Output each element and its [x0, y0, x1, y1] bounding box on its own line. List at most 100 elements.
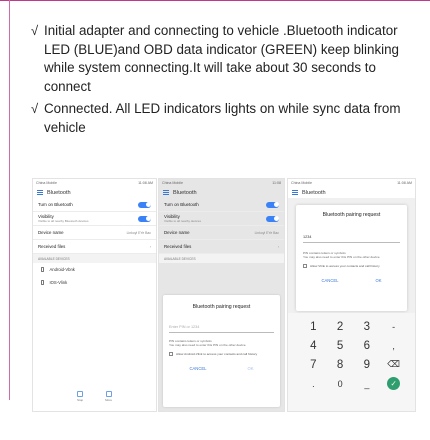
menu-icon[interactable]	[163, 190, 169, 195]
ok-button[interactable]: OK	[375, 278, 381, 283]
contacts-permission-checkbox[interactable]: Allow Vlink to access your contacts and …	[303, 263, 400, 269]
page-title: Bluetooth	[47, 189, 71, 196]
contacts-permission-checkbox[interactable]: Allow Android-Vlink to access your conta…	[169, 351, 274, 357]
carrier-label: China Mobile	[162, 181, 183, 185]
step-item: √ Connected. All LED indicators lights o…	[31, 100, 411, 137]
keypad-key[interactable]: 9	[364, 359, 370, 371]
app-bar: Bluetooth	[33, 187, 156, 198]
row-sub: Visible to all nearby Bluetooth devices	[38, 219, 89, 223]
checkbox-label: Allow Vlink to access your contacts and …	[310, 263, 380, 268]
backspace-key[interactable]: ⌫	[387, 359, 400, 370]
keypad-key[interactable]: 5	[337, 340, 343, 352]
phone-icon	[41, 280, 44, 285]
row-label: Device name	[164, 230, 190, 235]
keypad-key[interactable]: 2	[337, 321, 343, 333]
bottom-actions: Stop More	[33, 391, 156, 402]
section-header: AVAILABLE DEVICES	[159, 254, 284, 263]
visibility-row[interactable]: Visibility Visible to all nearby Bluetoot…	[33, 212, 156, 226]
keypad-key[interactable]: 3	[364, 321, 370, 333]
bluetooth-toggle[interactable]	[266, 201, 279, 208]
device-name-row[interactable]: Device name Linkoyl EYe Bac	[33, 226, 156, 240]
phone-screenshot-pin-entry: China Mobile 11:08 AM Bluetooth Bluetoot…	[287, 178, 416, 412]
device-name-row[interactable]: Device name Linkoyl EYe Bac	[159, 226, 284, 240]
dialog-title: Bluetooth pairing request	[192, 304, 251, 310]
stop-icon	[77, 391, 84, 397]
more-button[interactable]: More	[105, 391, 112, 402]
bluetooth-toggle-row[interactable]: Turn on Bluetooth	[33, 198, 156, 212]
app-bar: Bluetooth	[159, 187, 284, 198]
device-item[interactable]: Android-Vbnk	[33, 263, 156, 276]
visibility-toggle[interactable]	[266, 215, 279, 222]
page-title: Bluetooth	[173, 189, 197, 196]
chevron-right-icon: ›	[149, 244, 151, 249]
keypad-key[interactable]: -	[392, 322, 395, 332]
bluetooth-toggle[interactable]	[138, 201, 151, 208]
bluetooth-toggle-row[interactable]: Turn on Bluetooth	[159, 198, 284, 212]
keypad-grid: 1 2 3 - 4 5 6, 7 8 9 ⌫. 0 _ ✓	[300, 317, 407, 393]
received-files-row[interactable]: Received files ›	[33, 240, 156, 254]
device-item[interactable]: IOS-Vlink	[33, 276, 156, 289]
section-header: AVAILABLE DEVICES	[33, 254, 156, 263]
cancel-button[interactable]: CANCEL	[321, 278, 338, 283]
app-bar: Bluetooth	[288, 187, 415, 198]
pin-note: PIN contains letters or symbols You may …	[303, 251, 381, 260]
status-bar: China Mobile 11:08	[159, 179, 284, 187]
checkbox-icon[interactable]	[303, 264, 307, 269]
clock-label: 11:08	[272, 181, 281, 185]
checkbox-icon[interactable]	[169, 352, 173, 357]
keypad-key[interactable]: 6	[364, 340, 370, 352]
checkbox-label: Allow Android-Vlink to access your conta…	[176, 351, 258, 356]
row-label: Turn on Bluetooth	[38, 202, 73, 207]
check-mark-icon: √	[31, 23, 39, 38]
row-value: Linkoyl EYe Bac	[254, 230, 279, 235]
chevron-right-icon: ›	[277, 244, 279, 249]
phone-screenshot-pairing-request: China Mobile 11:08 Bluetooth Turn on Blu…	[158, 178, 285, 412]
visibility-toggle[interactable]	[138, 215, 151, 222]
step-text: Connected. All LED indicators lights on …	[44, 101, 401, 135]
pairing-dialog: Bluetooth pairing request Enter PIN or 1…	[163, 295, 280, 407]
stop-button[interactable]: Stop	[77, 391, 83, 402]
row-label: Turn on Bluetooth	[164, 202, 199, 207]
pin-note: PIN contains letters or symbols You may …	[169, 339, 247, 348]
dialog-buttons: CANCEL OK	[169, 366, 274, 371]
page-title: Bluetooth	[302, 189, 326, 196]
received-files-row[interactable]: Received files ›	[159, 240, 284, 254]
keypad-key[interactable]: .	[312, 379, 315, 389]
keypad-key[interactable]: 1	[310, 321, 316, 333]
dialog-title: Bluetooth pairing request	[322, 212, 381, 218]
menu-icon[interactable]	[37, 190, 43, 195]
clock-label: 11:08 AM	[397, 181, 412, 185]
pin-input[interactable]: 1234	[303, 232, 400, 243]
ok-button[interactable]: OK	[247, 366, 253, 371]
clock-label: 11:08 AM	[138, 181, 153, 185]
step-item: √ Initial adapter and connecting to vehi…	[31, 22, 411, 96]
steps-list: √ Initial adapter and connecting to vehi…	[31, 22, 411, 142]
device-label: IOS-Vlink	[49, 280, 68, 285]
numeric-keypad: 1 2 3 - 4 5 6, 7 8 9 ⌫. 0 _ ✓	[288, 313, 415, 411]
cancel-button[interactable]: CANCEL	[189, 366, 206, 371]
row-label: Received files	[164, 244, 192, 249]
check-mark-icon: √	[31, 101, 39, 117]
confirm-key[interactable]: ✓	[387, 377, 401, 390]
keypad-key[interactable]: ,	[392, 341, 395, 351]
status-bar: China Mobile 11:08 AM	[33, 179, 156, 187]
phone-icon	[41, 267, 44, 272]
phone-screenshot-bluetooth-list: China Mobile 11:08 AM Bluetooth Turn on …	[32, 178, 157, 412]
keypad-key[interactable]: 7	[310, 359, 316, 371]
dialog-buttons: CANCEL OK	[303, 278, 400, 283]
step-text: Initial adapter and connecting to vehicl…	[44, 23, 400, 94]
status-bar: China Mobile 11:08 AM	[288, 179, 415, 187]
keypad-key[interactable]: 4	[310, 340, 316, 352]
pin-input[interactable]: Enter PIN or 1234	[169, 322, 274, 333]
pairing-dialog: Bluetooth pairing request 1234 PIN conta…	[296, 205, 407, 311]
more-icon	[105, 391, 112, 397]
menu-icon[interactable]	[292, 190, 298, 195]
keypad-key[interactable]: 0	[338, 379, 343, 389]
action-label: More	[105, 398, 112, 402]
left-rule	[9, 0, 10, 400]
keypad-key[interactable]: 8	[337, 359, 343, 371]
device-label: Android-Vbnk	[49, 267, 75, 272]
keypad-key[interactable]: _	[364, 379, 369, 389]
visibility-row[interactable]: Visibility Visible to all nearby devices	[159, 212, 284, 226]
row-label: Received files	[38, 244, 66, 249]
